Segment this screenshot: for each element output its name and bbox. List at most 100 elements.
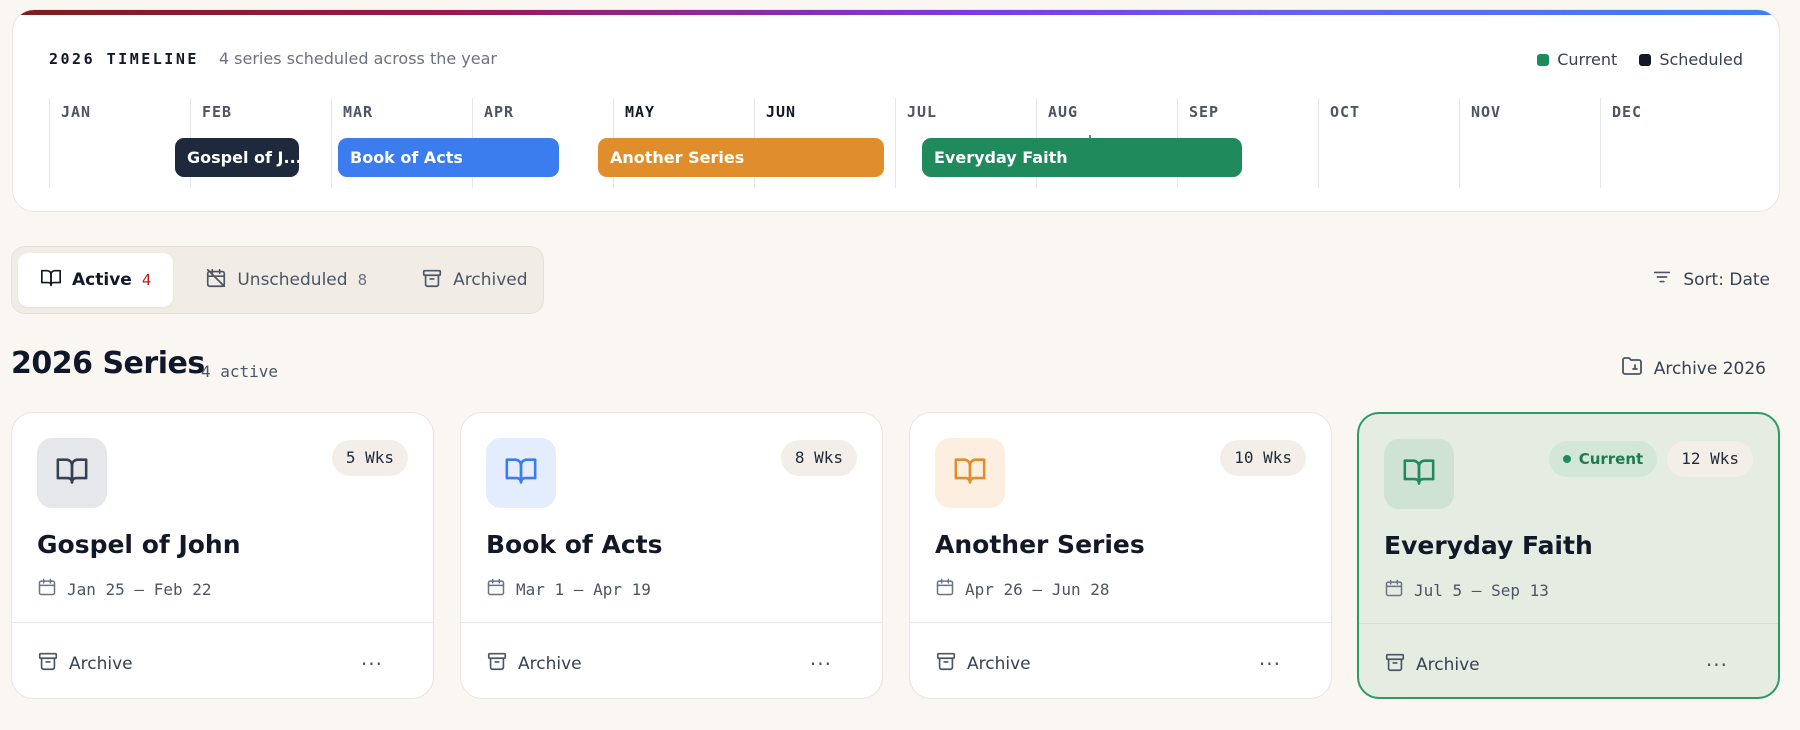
calendar-icon — [37, 577, 57, 601]
archive-icon — [935, 650, 957, 677]
card-badges: Current 12 Wks — [1548, 441, 1753, 477]
sort-label: Sort: Date — [1683, 269, 1770, 290]
timeline-bar-gospel-of-john[interactable]: Gospel of J... — [175, 138, 299, 177]
archive-label: Archive — [69, 653, 133, 674]
section-count: 4 active — [201, 362, 279, 381]
card-dates: Apr 26 – Jun 28 — [935, 577, 1110, 601]
more-options-icon[interactable]: ··· — [1706, 655, 1728, 675]
archive-button[interactable]: Archive — [1384, 651, 1480, 678]
series-tabs: Active 4 Unscheduled 8 Archived — [11, 246, 544, 314]
legend-current-label: Current — [1557, 50, 1618, 69]
archive-icon — [1384, 651, 1406, 678]
series-icon-tile — [37, 438, 107, 508]
current-dot-icon — [1562, 455, 1571, 463]
month-col-jan: JAN — [49, 98, 190, 188]
card-dates: Jul 5 – Sep 13 — [1384, 578, 1549, 602]
archive-label: Archive — [518, 653, 582, 674]
weeks-badge: 8 Wks — [780, 440, 857, 476]
series-icon-tile — [486, 438, 556, 508]
timeline-bar-everyday-faith[interactable]: Everyday Faith — [922, 138, 1242, 177]
card-divider — [12, 622, 433, 623]
archive-year-label: Archive 2026 — [1653, 358, 1766, 379]
series-card-everyday-faith[interactable]: Current 12 Wks Everyday Faith Jul 5 – Se… — [1357, 412, 1780, 699]
month-label: JUL — [907, 103, 938, 121]
archive-label: Archive — [967, 653, 1031, 674]
timeline-months: JAN FEB MAR APR MAY JUN JUL AUG SEP OCT … — [49, 98, 1743, 188]
timeline-card: 2026 TIMELINE 4 series scheduled across … — [12, 9, 1780, 212]
archive-year-button[interactable]: Archive 2026 — [1620, 354, 1766, 383]
card-badges: 5 Wks — [331, 440, 408, 476]
month-col-oct: OCT — [1318, 98, 1459, 188]
tab-archived[interactable]: Archived — [399, 253, 549, 307]
current-badge-label: Current — [1578, 450, 1644, 468]
archive-button[interactable]: Archive — [486, 650, 582, 677]
card-dates: Mar 1 – Apr 19 — [486, 577, 651, 601]
card-divider — [1359, 623, 1778, 624]
calendar-icon — [935, 577, 955, 601]
book-open-icon — [55, 454, 89, 492]
month-label: SEP — [1189, 103, 1220, 121]
card-badges: 10 Wks — [1220, 440, 1306, 476]
card-divider — [461, 622, 882, 623]
more-options-icon[interactable]: ··· — [361, 654, 383, 674]
timeline-subtitle: 4 series scheduled across the year — [218, 49, 497, 68]
card-title: Book of Acts — [486, 530, 663, 559]
card-date-range: Jul 5 – Sep 13 — [1414, 580, 1549, 600]
sort-button[interactable]: Sort: Date — [1651, 266, 1770, 293]
month-label: APR — [484, 103, 515, 121]
card-divider — [910, 622, 1331, 623]
month-label: JUN — [766, 103, 797, 121]
more-options-icon[interactable]: ··· — [1259, 654, 1281, 674]
calendar-icon — [486, 577, 506, 601]
month-label: DEC — [1612, 103, 1643, 121]
book-open-icon — [40, 267, 62, 294]
more-options-icon[interactable]: ··· — [810, 654, 832, 674]
timeline-bar-another-series[interactable]: Another Series — [598, 138, 884, 177]
tab-unscheduled[interactable]: Unscheduled 8 — [183, 253, 389, 307]
month-label: FEB — [202, 103, 233, 121]
card-footer: Archive ··· — [935, 650, 1281, 677]
series-icon-tile — [1384, 439, 1454, 509]
legend-current-swatch — [1537, 53, 1550, 66]
month-col-dec: DEC — [1600, 98, 1741, 188]
series-icon-tile — [935, 438, 1005, 508]
calendar-icon — [1384, 578, 1404, 602]
tab-active-count: 4 — [141, 271, 152, 289]
archive-icon — [486, 650, 508, 677]
archive-label: Archive — [1416, 654, 1480, 675]
timeline-bar-book-of-acts[interactable]: Book of Acts — [338, 138, 559, 177]
section-title: 2026 Series — [11, 346, 205, 381]
series-card-book-of-acts[interactable]: 8 Wks Book of Acts Mar 1 – Apr 19 Archiv… — [460, 412, 883, 699]
series-card-another-series[interactable]: 10 Wks Another Series Apr 26 – Jun 28 Ar… — [909, 412, 1332, 699]
filter-lines-icon — [1651, 266, 1673, 293]
archive-button[interactable]: Archive — [935, 650, 1031, 677]
legend-scheduled: Scheduled — [1639, 50, 1743, 69]
weeks-badge: 5 Wks — [331, 440, 408, 476]
tab-unscheduled-count: 8 — [357, 271, 368, 289]
card-date-range: Jan 25 – Feb 22 — [67, 579, 212, 599]
card-footer: Archive ··· — [486, 650, 832, 677]
month-label: NOV — [1471, 103, 1502, 121]
weeks-badge: 12 Wks — [1667, 441, 1753, 477]
tab-active[interactable]: Active 4 — [18, 253, 174, 307]
month-label: MAR — [343, 103, 374, 121]
month-label: JAN — [61, 103, 92, 121]
timeline-legend: Current Scheduled — [1537, 50, 1743, 69]
tab-archived-label: Archived — [453, 270, 528, 290]
weeks-badge: 10 Wks — [1220, 440, 1306, 476]
series-card-gospel-of-john[interactable]: 5 Wks Gospel of John Jan 25 – Feb 22 Arc… — [11, 412, 434, 699]
timeline-title: 2026 TIMELINE — [49, 50, 199, 68]
timeline-header: 2026 TIMELINE 4 series scheduled across … — [49, 49, 497, 68]
month-col-nov: NOV — [1459, 98, 1600, 188]
tab-active-label: Active — [72, 270, 132, 290]
month-label: OCT — [1330, 103, 1361, 121]
card-date-range: Apr 26 – Jun 28 — [965, 579, 1110, 599]
card-footer: Archive ··· — [37, 650, 383, 677]
card-title: Everyday Faith — [1384, 531, 1593, 560]
legend-scheduled-label: Scheduled — [1659, 50, 1743, 69]
calendar-off-icon — [205, 267, 227, 294]
book-open-icon — [504, 454, 538, 492]
folder-archive-icon — [1620, 354, 1644, 383]
card-dates: Jan 25 – Feb 22 — [37, 577, 212, 601]
archive-button[interactable]: Archive — [37, 650, 133, 677]
